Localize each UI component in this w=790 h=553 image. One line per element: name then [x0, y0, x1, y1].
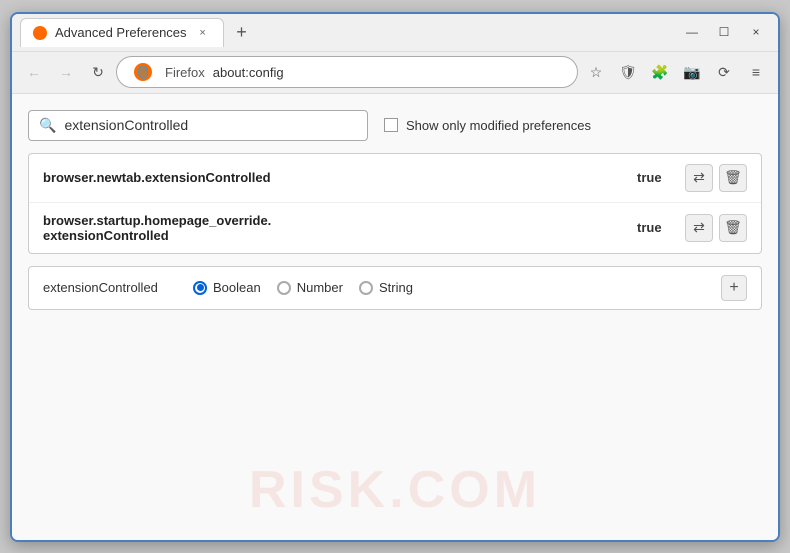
search-box[interactable]: 🔍 extensionControlled — [28, 110, 368, 141]
camera-icon: 📷 — [683, 64, 700, 81]
new-tab-button[interactable]: + — [228, 18, 256, 46]
toggle-icon: ⇄ — [693, 219, 705, 236]
sync-icon: ⟳ — [718, 64, 730, 81]
sync-button[interactable]: ⟳ — [710, 58, 738, 86]
back-button[interactable]: ← — [20, 58, 48, 86]
close-button[interactable]: × — [742, 21, 770, 43]
results-table: browser.newtab.extensionControlled true … — [28, 153, 762, 254]
row-actions-1: ⇄ 🗑 — [685, 164, 747, 192]
minimize-button[interactable]: — — [678, 21, 706, 43]
title-bar: Advanced Preferences × + — ☐ × — [12, 14, 778, 52]
window-controls: — ☐ × — [678, 21, 770, 43]
radio-boolean-label: Boolean — [213, 280, 261, 295]
radio-number-label: Number — [297, 280, 343, 295]
table-row: browser.startup.homepage_override. exten… — [29, 203, 761, 253]
new-pref-name: extensionControlled — [43, 280, 173, 295]
trash-icon: 🗑 — [724, 219, 742, 236]
forward-icon: → — [59, 64, 73, 80]
show-modified-area: Show only modified preferences — [384, 118, 591, 133]
search-input[interactable]: extensionControlled — [64, 117, 188, 133]
pref-value-2: true — [637, 220, 673, 235]
delete-button-1[interactable]: 🗑 — [719, 164, 747, 192]
radio-number[interactable]: Number — [277, 280, 343, 295]
radio-boolean-circle[interactable] — [193, 281, 207, 295]
maximize-button[interactable]: ☐ — [710, 21, 738, 43]
pocket-button[interactable]: 🛡 — [614, 58, 642, 86]
show-modified-label: Show only modified preferences — [406, 118, 591, 133]
pref-name-1: browser.newtab.extensionControlled — [43, 170, 625, 185]
star-icon: ☆ — [590, 64, 603, 81]
menu-button[interactable]: ≡ — [742, 58, 770, 86]
radio-string-circle[interactable] — [359, 281, 373, 295]
address-url: about:config — [213, 65, 565, 80]
show-modified-checkbox[interactable] — [384, 118, 398, 132]
radio-string-label: String — [379, 280, 413, 295]
plus-icon: + — [729, 279, 738, 297]
extension-icon: 🧩 — [651, 64, 668, 81]
page-content: RISK.COM 🔍 extensionControlled Show only… — [12, 94, 778, 540]
search-icon: 🔍 — [39, 117, 56, 134]
add-preference-row: extensionControlled Boolean Number Strin… — [28, 266, 762, 310]
type-radio-group: Boolean Number String — [193, 280, 701, 295]
address-bar[interactable]: Firefox about:config — [116, 56, 578, 88]
watermark: RISK.COM — [249, 460, 541, 520]
hamburger-icon: ≡ — [752, 64, 760, 80]
add-preference-button[interactable]: + — [721, 275, 747, 301]
radio-number-circle[interactable] — [277, 281, 291, 295]
screenshot-button[interactable]: 📷 — [678, 58, 706, 86]
browser-tab[interactable]: Advanced Preferences × — [20, 18, 224, 47]
extension-button[interactable]: 🧩 — [646, 58, 674, 86]
tab-title: Advanced Preferences — [55, 25, 187, 40]
tab-favicon — [33, 26, 47, 40]
toggle-button-2[interactable]: ⇄ — [685, 214, 713, 242]
firefox-logo-icon — [133, 62, 153, 82]
delete-button-2[interactable]: 🗑 — [719, 214, 747, 242]
browser-window: Advanced Preferences × + — ☐ × ← → ↻ — [10, 12, 780, 542]
toggle-icon: ⇄ — [693, 169, 705, 186]
bookmark-star-button[interactable]: ☆ — [582, 58, 610, 86]
radio-boolean[interactable]: Boolean — [193, 280, 261, 295]
tab-close-button[interactable]: × — [195, 25, 211, 41]
navbar: ← → ↻ Firefox about:config ☆ 🛡 — [12, 52, 778, 94]
toggle-button-1[interactable]: ⇄ — [685, 164, 713, 192]
pref-name-2-line2: extensionControlled — [43, 228, 625, 243]
pocket-icon: 🛡 — [619, 64, 637, 81]
row-actions-2: ⇄ 🗑 — [685, 214, 747, 242]
browser-brand: Firefox — [165, 65, 205, 80]
forward-button[interactable]: → — [52, 58, 80, 86]
search-area: 🔍 extensionControlled Show only modified… — [28, 110, 762, 141]
trash-icon: 🗑 — [724, 169, 742, 186]
pref-name-2-line1: browser.startup.homepage_override. — [43, 213, 625, 228]
nav-icons-right: ☆ 🛡 🧩 📷 ⟳ ≡ — [582, 58, 770, 86]
refresh-icon: ↻ — [92, 64, 104, 81]
table-row: browser.newtab.extensionControlled true … — [29, 154, 761, 203]
radio-string[interactable]: String — [359, 280, 413, 295]
pref-name-2: browser.startup.homepage_override. exten… — [43, 213, 625, 243]
pref-value-1: true — [637, 170, 673, 185]
refresh-button[interactable]: ↻ — [84, 58, 112, 86]
back-icon: ← — [27, 64, 41, 80]
